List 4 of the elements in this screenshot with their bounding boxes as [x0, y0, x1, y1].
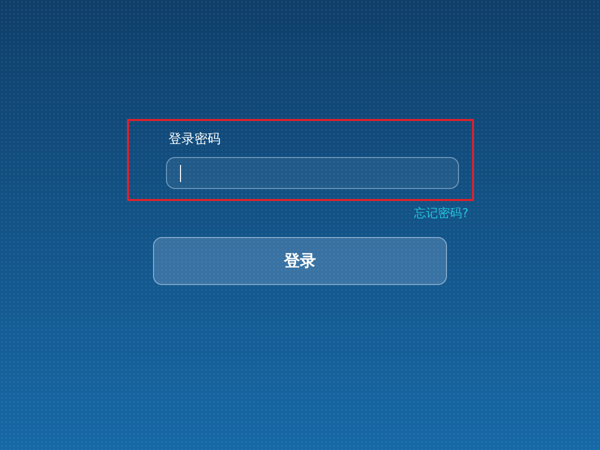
forgot-password-link[interactable]: 忘记密码?: [414, 203, 468, 223]
field-label: 登录密码: [168, 132, 220, 148]
login-button[interactable]: 登录: [153, 237, 447, 285]
password-field[interactable]: [166, 157, 458, 189]
